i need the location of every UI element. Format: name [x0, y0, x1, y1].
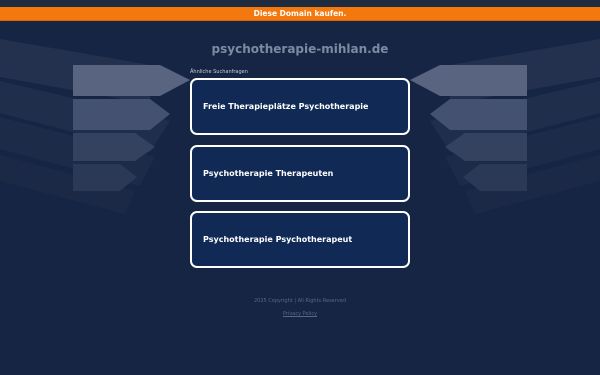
domain-title: psychotherapie-mihlan.de: [211, 42, 389, 56]
related-searches-label: Ähnliche Suchanfragen: [190, 69, 248, 75]
related-search-label: Psychotherapie Therapeuten: [203, 169, 334, 178]
copyright-text: 2025 Copyright | All Rights Reserved: [253, 298, 347, 304]
related-search-link[interactable]: Freie Therapieplätze Psychotherapie: [190, 78, 410, 135]
related-search-link[interactable]: Psychotherapie Therapeuten: [190, 145, 410, 202]
top-strip: [0, 0, 600, 7]
buy-domain-banner[interactable]: Diese Domain kaufen.: [0, 7, 600, 21]
related-search-label: Psychotherapie Psychotherapeut: [203, 235, 353, 244]
related-search-link[interactable]: Psychotherapie Psychotherapeut: [190, 211, 410, 268]
related-search-label: Freie Therapieplätze Psychotherapie: [203, 102, 369, 111]
privacy-policy-link[interactable]: Privacy Policy: [0, 311, 600, 317]
